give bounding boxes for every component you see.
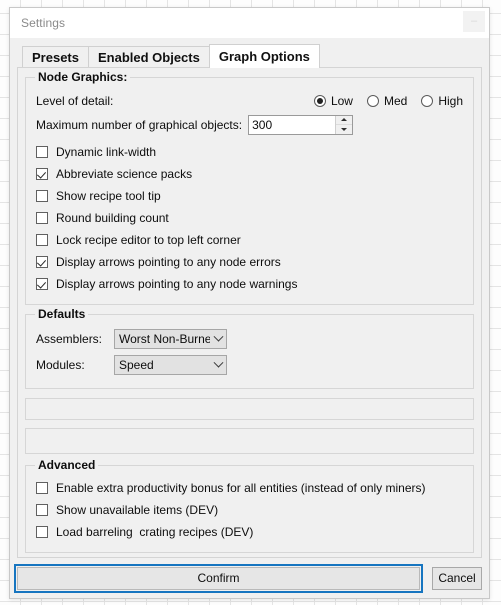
group-defaults: Defaults Assemblers: Worst Non-Burner Mo… <box>25 308 474 389</box>
checkbox-abbreviate-science-packs-label: Abbreviate science packs <box>56 167 193 181</box>
checkbox-show-recipe-tool-tip-label: Show recipe tool tip <box>56 189 161 203</box>
minimize-icon[interactable]: – <box>463 11 485 32</box>
group-advanced: Advanced Enable extra productivity bonus… <box>25 459 474 553</box>
chevron-shape <box>213 331 223 342</box>
level-of-detail-label: Level of detail: <box>36 93 114 108</box>
checkbox-round-building-count-label: Round building count <box>56 211 169 225</box>
assemblers-label: Assemblers: <box>36 332 103 346</box>
chevron-down-icon <box>341 127 348 131</box>
titlebar: Settings – <box>10 8 489 38</box>
group-empty-2 <box>25 428 474 454</box>
max-objects-stepper-buttons <box>335 115 353 134</box>
checkbox-dynamic-link-width[interactable]: Dynamic link-width <box>36 141 463 163</box>
modules-label: Modules: <box>36 358 85 372</box>
level-of-detail-radios: Low Med High <box>313 93 463 108</box>
max-objects-value[interactable]: 300 <box>249 116 335 134</box>
checkbox-dynamic-link-width-box[interactable] <box>36 146 48 158</box>
assemblers-select[interactable]: Worst Non-Burner <box>114 329 227 349</box>
checkbox-display-arrows-warnings[interactable]: Display arrows pointing to any node warn… <box>36 273 463 295</box>
assemblers-chevron-down-icon[interactable] <box>210 331 226 343</box>
checkbox-show-recipe-tool-tip-box[interactable] <box>36 190 48 202</box>
confirm-button[interactable]: Confirm <box>14 563 423 593</box>
group-node-graphics-title: Node Graphics: <box>35 71 131 84</box>
tabstrip: Presets Enabled Objects Graph Options <box>22 44 489 68</box>
checkbox-display-arrows-errors[interactable]: Display arrows pointing to any node erro… <box>36 251 463 273</box>
radio-med[interactable]: Med <box>366 93 408 108</box>
checkbox-display-arrows-errors-label: Display arrows pointing to any node erro… <box>56 255 281 269</box>
checkbox-extra-productivity-bonus-box[interactable] <box>36 482 48 494</box>
tab-presets[interactable]: Presets <box>22 46 89 67</box>
group-empty-1 <box>25 398 474 420</box>
dialog-button-bar: Confirm Cancel <box>10 558 489 598</box>
radio-high[interactable]: High <box>421 94 463 108</box>
window-title: Settings <box>21 16 66 30</box>
checkbox-show-unavailable-items-box[interactable] <box>36 504 48 516</box>
tab-enabled-objects[interactable]: Enabled Objects <box>87 46 210 67</box>
cancel-button[interactable]: Cancel <box>432 566 482 590</box>
checkbox-show-unavailable-items-label: Show unavailable items (DEV) <box>56 503 219 517</box>
checkbox-lock-recipe-editor-label: Lock recipe editor to top left corner <box>56 233 241 247</box>
radio-med-icon[interactable] <box>366 94 379 107</box>
settings-dialog: Settings – Presets Enabled Objects Graph… <box>9 7 490 599</box>
level-of-detail-row: Level of detail: Low Med High <box>36 89 463 112</box>
checkbox-lock-recipe-editor-box[interactable] <box>36 234 48 246</box>
modules-row: Modules: Speed <box>36 352 463 378</box>
chevron-shape <box>213 357 223 368</box>
radio-med-label: Med <box>383 93 408 108</box>
group-node-graphics: Node Graphics: Level of detail: Low Med … <box>25 71 474 305</box>
checkbox-extra-productivity-bonus[interactable]: Enable extra productivity bonus for all … <box>36 477 463 499</box>
checkbox-load-barreling-recipes-label: Load barreling crating recipes (DEV) <box>56 525 254 539</box>
checkbox-show-recipe-tool-tip[interactable]: Show recipe tool tip <box>36 185 463 207</box>
assemblers-row: Assemblers: Worst Non-Burner <box>36 326 463 352</box>
stepper-down-button[interactable] <box>336 125 352 134</box>
stepper-up-button[interactable] <box>336 116 353 125</box>
max-objects-label: Maximum number of graphical objects: <box>36 117 243 132</box>
group-defaults-title: Defaults <box>35 308 89 321</box>
graph-options-panel: Node Graphics: Level of detail: Low Med … <box>17 67 482 558</box>
checkbox-show-unavailable-items[interactable]: Show unavailable items (DEV) <box>36 499 463 521</box>
max-objects-row: Maximum number of graphical objects: 300 <box>36 112 463 137</box>
checkbox-display-arrows-warnings-label: Display arrows pointing to any node warn… <box>56 277 298 291</box>
checkbox-display-arrows-errors-box[interactable] <box>36 256 48 268</box>
radio-high-icon[interactable] <box>421 94 434 107</box>
chevron-up-icon <box>341 118 348 122</box>
radio-low-label: Low <box>330 93 353 108</box>
group-advanced-title: Advanced <box>35 459 99 472</box>
checkbox-round-building-count-box[interactable] <box>36 212 48 224</box>
checkbox-dynamic-link-width-label: Dynamic link-width <box>56 145 157 159</box>
tab-graph-options[interactable]: Graph Options <box>208 44 320 68</box>
assemblers-value: Worst Non-Burner <box>119 332 210 346</box>
checkbox-load-barreling-recipes[interactable]: Load barreling crating recipes (DEV) <box>36 521 463 543</box>
checkbox-lock-recipe-editor[interactable]: Lock recipe editor to top left corner <box>36 229 463 251</box>
checkbox-abbreviate-science-packs[interactable]: Abbreviate science packs <box>36 163 463 185</box>
modules-value: Speed <box>119 358 154 372</box>
checkbox-abbreviate-science-packs-box[interactable] <box>36 168 48 180</box>
checkbox-load-barreling-recipes-box[interactable] <box>36 526 48 538</box>
checkbox-display-arrows-warnings-box[interactable] <box>36 278 48 290</box>
max-objects-stepper[interactable]: 300 <box>248 114 354 135</box>
radio-low-icon[interactable] <box>313 94 326 107</box>
radio-high-label: High <box>438 93 463 108</box>
checkbox-extra-productivity-bonus-label: Enable extra productivity bonus for all … <box>56 481 426 495</box>
modules-select[interactable]: Speed <box>114 355 227 375</box>
radio-low[interactable]: Low <box>313 93 353 108</box>
modules-chevron-down-icon[interactable] <box>210 357 226 369</box>
checkbox-round-building-count[interactable]: Round building count <box>36 207 463 229</box>
